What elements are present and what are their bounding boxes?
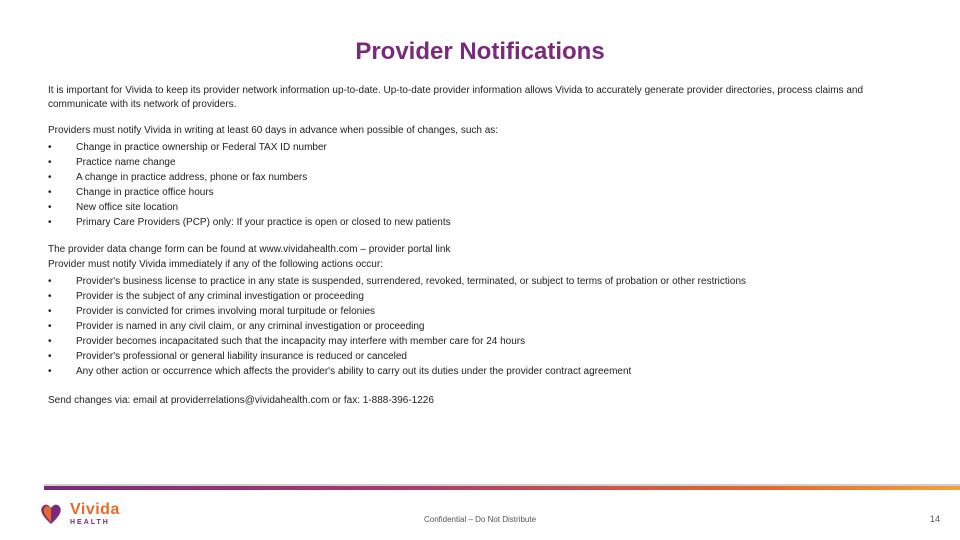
list-item: •Provider's professional or general liab… [48, 349, 912, 364]
list-item: •Provider is the subject of any criminal… [48, 289, 912, 304]
list-item: •Provider is named in any civil claim, o… [48, 319, 912, 334]
intro-paragraph: It is important for Vivida to keep its p… [48, 84, 912, 111]
immediate-bullets: •Provider's business license to practice… [48, 274, 912, 379]
list-item: •A change in practice address, phone or … [48, 170, 912, 185]
list-item: •Change in practice office hours [48, 185, 912, 200]
notify-lead: Providers must notify Vivida in writing … [48, 123, 912, 138]
list-item: •Any other action or occurrence which af… [48, 364, 912, 379]
immediate-lead: Provider must notify Vivida immediately … [48, 257, 912, 272]
heart-icon [38, 502, 64, 526]
send-changes-line: Send changes via: email at providerrelat… [48, 395, 912, 406]
list-item: •Provider becomes incapacitated such tha… [48, 334, 912, 349]
list-item: •Provider is convicted for crimes involv… [48, 304, 912, 319]
slide-title: Provider Notifications [48, 38, 912, 66]
list-item: •New office site location [48, 200, 912, 215]
logo-name: Vivida [70, 502, 120, 518]
list-item: •Practice name change [48, 155, 912, 170]
logo-subtitle: HEALTH [70, 519, 120, 526]
vivida-logo: Vivida HEALTH [38, 502, 120, 526]
notify-bullets: •Change in practice ownership or Federal… [48, 140, 912, 230]
list-item: •Provider's business license to practice… [48, 274, 912, 289]
form-link-line: The provider data change form can be fou… [48, 242, 912, 257]
footer-gradient-bar [44, 486, 960, 490]
list-item: •Change in practice ownership or Federal… [48, 140, 912, 155]
list-item: •Primary Care Providers (PCP) only: If y… [48, 215, 912, 230]
page-number: 14 [930, 514, 940, 524]
confidential-footer: Confidential – Do Not Distribute [424, 515, 536, 524]
